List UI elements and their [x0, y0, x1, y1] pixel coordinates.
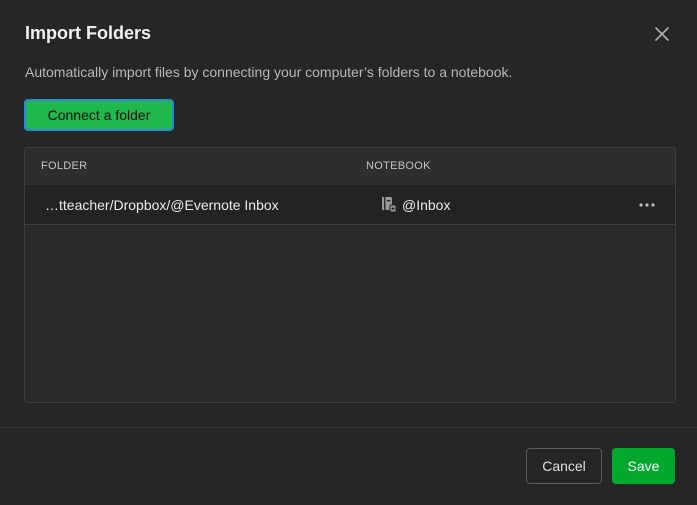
dialog-description: Automatically import files by connecting…	[25, 64, 513, 80]
import-folders-dialog: Import Folders Automatically import file…	[0, 0, 697, 505]
cancel-button[interactable]: Cancel	[526, 448, 602, 484]
footer-divider	[0, 427, 697, 428]
dialog-title: Import Folders	[25, 23, 152, 43]
notebook-stack-icon	[381, 196, 397, 213]
close-icon	[655, 27, 669, 41]
column-header-folder: FOLDER	[41, 160, 88, 172]
folders-table: FOLDER NOTEBOOK …tteacher/Dropbox/@Evern…	[24, 147, 676, 403]
table-header: FOLDER NOTEBOOK	[25, 148, 675, 185]
close-button[interactable]	[652, 24, 672, 44]
table-row[interactable]: …tteacher/Dropbox/@Evernote Inbox @Inbox	[25, 185, 675, 225]
connect-folder-button[interactable]: Connect a folder	[24, 99, 174, 131]
save-button[interactable]: Save	[612, 448, 675, 484]
row-more-button[interactable]	[635, 197, 659, 213]
folder-path: …tteacher/Dropbox/@Evernote Inbox	[45, 197, 279, 213]
more-horizontal-icon	[639, 203, 655, 207]
notebook-name: @Inbox	[402, 197, 451, 213]
column-header-notebook: NOTEBOOK	[366, 160, 431, 172]
